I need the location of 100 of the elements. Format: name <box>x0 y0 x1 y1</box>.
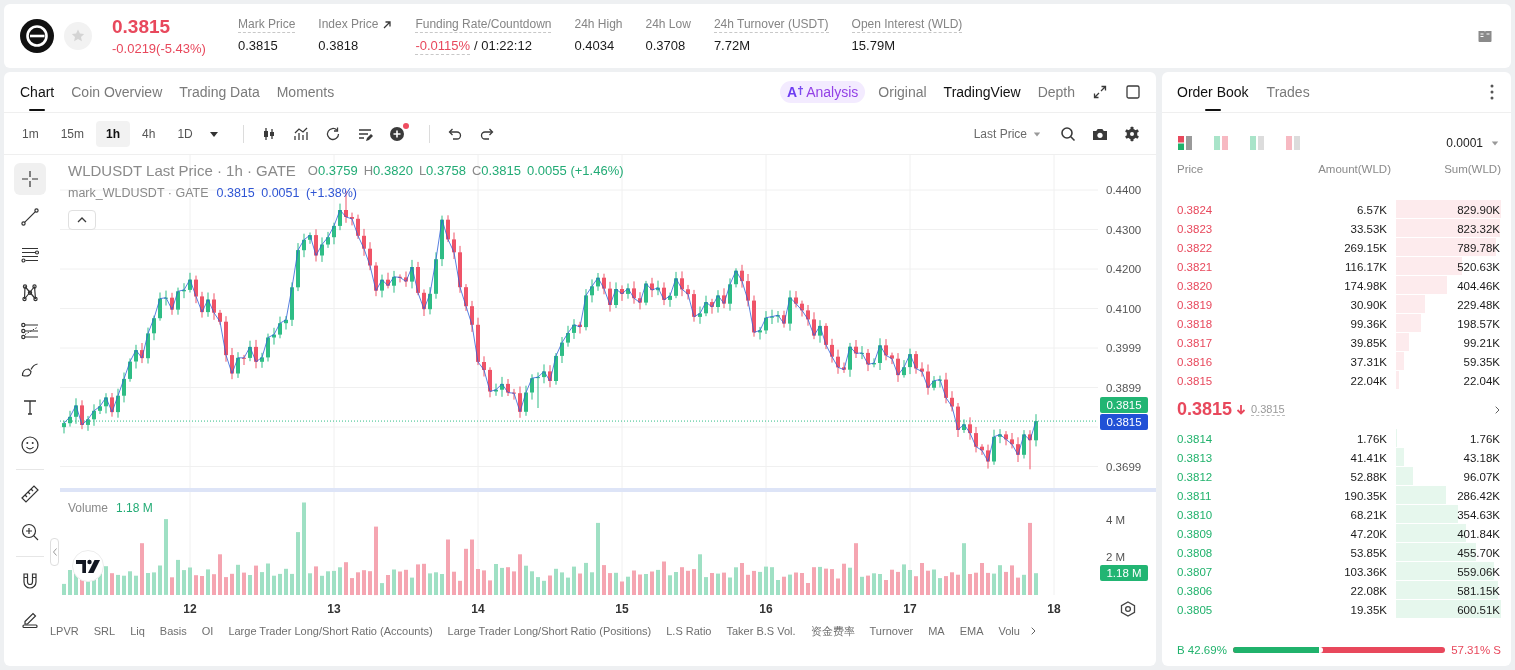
sum-value: 600.51K <box>1457 603 1501 616</box>
plus-circle-icon[interactable] <box>388 125 405 142</box>
chart-logo-icon[interactable] <box>72 550 104 582</box>
cross-icon <box>798 86 804 95</box>
view-tab[interactable]: Depth <box>1037 72 1075 112</box>
amount-value: 47.20K <box>1350 527 1387 540</box>
chart-tab[interactable]: Coin Overview <box>71 72 163 112</box>
interval-button[interactable]: 15m <box>50 120 94 147</box>
document-icon[interactable] <box>1477 28 1493 44</box>
order-book-tab[interactable]: Trades <box>1266 72 1310 112</box>
amount-value: 99.36K <box>1350 317 1387 330</box>
sum-value: 198.57K <box>1457 317 1501 330</box>
ask-price: 0.3816 <box>1177 355 1214 368</box>
sum-value: 520.63K <box>1457 260 1501 273</box>
indicator-tab[interactable]: Basis <box>159 625 187 637</box>
interval-button[interactable]: 4h <box>132 120 166 147</box>
stat-value: 7.72M <box>713 38 751 54</box>
price-axis-label: 0.4400 <box>1106 184 1142 196</box>
ask-price: 0.3815 <box>1177 374 1214 387</box>
smiley-icon <box>20 435 40 455</box>
indicator-tab[interactable]: MA <box>928 625 945 637</box>
indicator-tab[interactable]: Volu <box>998 625 1020 637</box>
chart-tab[interactable]: Trading Data <box>179 72 260 112</box>
channel-lines-icon <box>20 321 40 341</box>
amount-value: 116.17K <box>1345 260 1387 273</box>
view-tab[interactable]: TradingView <box>943 72 1021 112</box>
search-icon[interactable] <box>1060 125 1076 142</box>
bid-price: 0.3806 <box>1177 584 1214 597</box>
sell-ratio: 57.31% S <box>1451 644 1501 656</box>
amount-value: 22.04K <box>1350 374 1387 387</box>
sum-value: 401.84K <box>1457 527 1501 540</box>
indicator-chart-icon[interactable] <box>292 125 309 142</box>
precision-dropdown[interactable]: 0.0001 <box>1446 136 1483 150</box>
indicator-tab[interactable]: Taker B.S Vol. <box>726 625 796 637</box>
sum-value: 43.18K <box>1463 451 1501 464</box>
sum-value: 96.07K <box>1463 470 1501 483</box>
indicator-tab[interactable]: 资金费率 <box>810 623 855 639</box>
price-axis-label: 0.3899 <box>1106 381 1142 394</box>
interval-button[interactable]: 1h <box>96 120 131 147</box>
buy-sell-layout-icon[interactable] <box>1177 135 1193 151</box>
amount-value: 68.21K <box>1350 508 1387 521</box>
sum-value: 286.42K <box>1457 489 1501 502</box>
amount-value: 174.98K <box>1344 279 1387 292</box>
stat-value: 0.3708 <box>645 38 686 54</box>
amount-value: 269.15K <box>1344 241 1387 254</box>
collapse-legend-button[interactable] <box>68 210 96 230</box>
bid-price: 0.3808 <box>1177 546 1214 559</box>
zoom-in-icon <box>20 522 40 542</box>
interval-button[interactable]: 1m <box>12 120 49 147</box>
stat-value: 0.4034 <box>574 38 615 54</box>
order-book-tab[interactable]: Order Book <box>1177 72 1249 112</box>
stat-value: 0.3815 <box>238 38 278 54</box>
chart-tab[interactable]: Chart <box>20 72 55 112</box>
chart-tab[interactable]: Moments <box>276 72 335 112</box>
expand-icon[interactable] <box>1092 84 1108 100</box>
amount-value: 1.76K <box>1356 432 1387 445</box>
crosshair-icon <box>20 169 40 189</box>
amount-value: 6.57K <box>1356 203 1387 216</box>
ohlc-value: C0.3815 <box>471 162 522 178</box>
interval-button[interactable]: 1D <box>167 120 203 147</box>
ask-price: 0.3819 <box>1177 298 1214 311</box>
indicator-tab[interactable]: Turnover <box>869 625 914 637</box>
indicator-tab[interactable]: SRL <box>93 625 116 637</box>
more-icon[interactable] <box>1489 84 1495 100</box>
crosshair-tool-button[interactable] <box>14 163 46 195</box>
mark-price: 0.3815 <box>1251 403 1285 416</box>
ask-price: 0.3818 <box>1177 317 1214 330</box>
indicator-tab[interactable]: EMA <box>959 625 984 637</box>
price-source-dropdown[interactable]: Last Price <box>973 126 1027 141</box>
countdown: / 01:22:12 <box>474 38 532 55</box>
stat-label: 24h Turnover (USDT) <box>713 17 829 33</box>
bid-price: 0.3813 <box>1177 451 1214 464</box>
view-tab[interactable]: Original <box>878 72 927 112</box>
volume-axis-label: 4 M <box>1106 514 1126 526</box>
circle-arrow-icon[interactable] <box>324 125 341 142</box>
stat-label: 24h Low <box>645 17 691 33</box>
ask-price: 0.3822 <box>1177 241 1214 254</box>
indicator-tab[interactable]: Liq <box>130 625 145 637</box>
sum-value: 559.06K <box>1457 565 1501 578</box>
bid-price: 0.3805 <box>1177 603 1214 616</box>
ruler-icon <box>20 484 40 504</box>
indicator-tab[interactable]: LPVR <box>50 625 79 637</box>
volume-axis-label: 2 M <box>1106 551 1126 563</box>
indicator-tab[interactable]: L.S Ratio <box>666 625 712 637</box>
indicator-tab[interactable]: Large Trader Long/Short Ratio (Accounts) <box>228 625 433 637</box>
column-header: Sum(WLD) <box>1444 163 1501 175</box>
indicator-tab[interactable]: OI <box>201 625 214 637</box>
external-link-icon[interactable] <box>382 20 393 30</box>
settings-icon[interactable] <box>1124 125 1140 142</box>
horizontal-lines-icon <box>20 245 40 265</box>
sum-value: 455.70K <box>1457 546 1501 559</box>
square-icon[interactable] <box>1125 84 1141 100</box>
magnet-icon <box>20 571 40 591</box>
bid-price: 0.3811 <box>1177 489 1213 502</box>
time-axis-label: 14 <box>471 602 485 616</box>
time-axis-label: 17 <box>903 602 917 616</box>
settings-icon[interactable] <box>1120 601 1136 617</box>
indicator-tab[interactable]: Large Trader Long/Short Ratio (Positions) <box>447 625 652 637</box>
price-axis-label: 0.4300 <box>1106 223 1142 236</box>
analysis-button[interactable]: A Analysis <box>780 81 866 103</box>
